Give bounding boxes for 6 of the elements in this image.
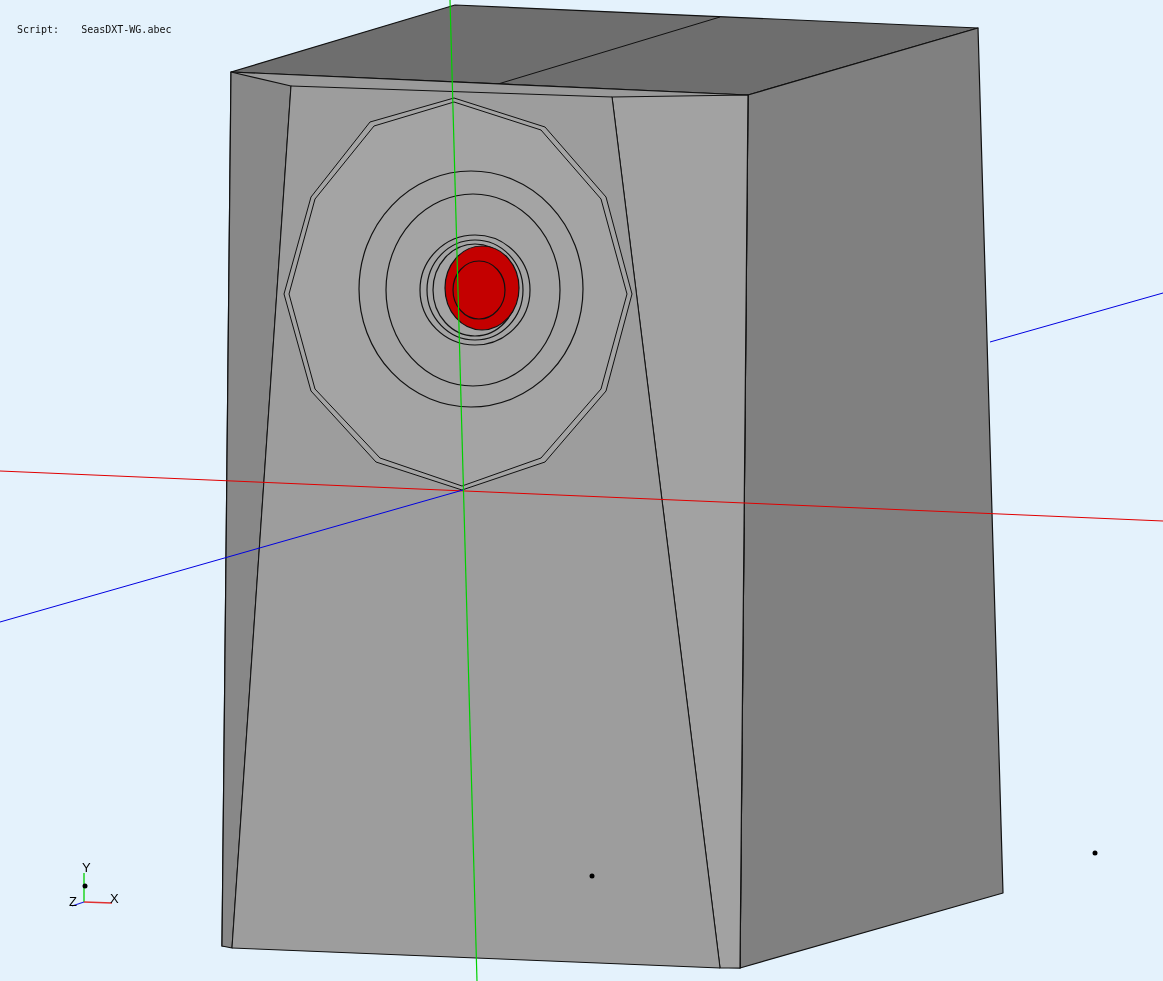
script-label: Script: (17, 23, 60, 36)
point-marker (589, 873, 595, 879)
axis-label: X (110, 891, 119, 906)
script-filename: SeasDXT-WG.abec (81, 23, 172, 36)
point-marker (1092, 850, 1098, 856)
axis-label: Y (82, 860, 91, 875)
